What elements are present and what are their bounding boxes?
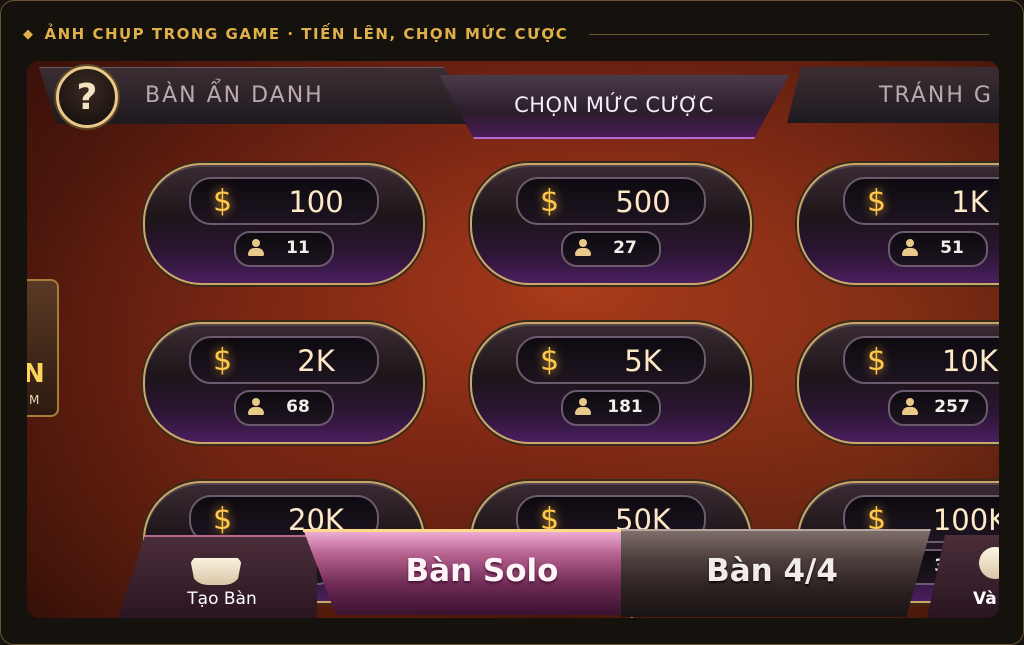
tab-anonymous-table-label: BÀN ẨN DANH xyxy=(145,83,324,108)
dollar-icon: $ xyxy=(540,184,560,219)
game-screen: BÀN ẨN DANH CHỌN MỨC CƯỢC TRÁNH G ? N M … xyxy=(27,61,999,618)
top-tab-bar: BÀN ẨN DANH CHỌN MỨC CƯỢC TRÁNH G ? xyxy=(27,61,999,139)
tab-avoid-label: TRÁNH G xyxy=(879,83,993,108)
dollar-icon: $ xyxy=(867,343,887,378)
person-icon xyxy=(248,239,264,257)
player-count-pill: 181 xyxy=(561,390,661,426)
person-icon xyxy=(248,398,264,416)
diamond-icon: ◆ xyxy=(23,26,35,42)
player-count: 27 xyxy=(613,238,637,258)
bet-amount: 5K xyxy=(624,344,662,378)
player-count: 11 xyxy=(286,238,310,258)
side-promo-subtext: M xyxy=(29,393,40,407)
person-icon xyxy=(575,398,591,416)
bet-card[interactable]: $1K 51 xyxy=(797,163,999,285)
player-count-pill: 257 xyxy=(888,390,988,426)
caption-divider xyxy=(589,34,989,35)
bet-card[interactable]: $500 27 xyxy=(470,163,752,285)
caption-text: ẢNH CHỤP TRONG GAME · TIẾN LÊN, CHỌN MỨC… xyxy=(44,25,569,43)
bet-amount-pill: $2K xyxy=(189,336,379,384)
dollar-icon: $ xyxy=(213,184,233,219)
bet-amount: 1K xyxy=(951,185,989,219)
join-table-label: Và xyxy=(973,589,997,609)
player-count: 68 xyxy=(286,397,310,417)
player-count: 51 xyxy=(940,238,964,258)
four-player-table-label: Bàn 4/4 xyxy=(706,553,838,589)
caption: ◆ ẢNH CHỤP TRONG GAME · TIẾN LÊN, CHỌN M… xyxy=(23,23,568,45)
dollar-icon: $ xyxy=(213,343,233,378)
bet-amount-pill: $100 xyxy=(189,177,379,225)
bet-amount-pill: $10K xyxy=(843,336,999,384)
bet-card[interactable]: $100 11 xyxy=(143,163,425,285)
bet-amount-pill: $5K xyxy=(516,336,706,384)
person-icon xyxy=(902,398,918,416)
bottom-bar: Tạo Bàn Bàn Solo Bàn 4/4 Và xyxy=(27,525,999,618)
bet-card[interactable]: $5K 181 xyxy=(470,322,752,444)
player-count-pill: 27 xyxy=(561,231,661,267)
player-count-pill: 11 xyxy=(234,231,334,267)
create-table-label: Tạo Bàn xyxy=(187,589,257,609)
player-count: 181 xyxy=(607,397,643,417)
person-icon xyxy=(575,239,591,257)
side-promo-card[interactable]: N M xyxy=(27,279,59,417)
question-mark-icon: ? xyxy=(76,76,98,118)
tab-choose-bet-label: CHỌN MỨC CƯỢC xyxy=(514,93,714,117)
player-count: 257 xyxy=(934,397,970,417)
player-count-pill: 68 xyxy=(234,390,334,426)
side-promo-letter: N xyxy=(27,359,45,389)
bet-amount-pill: $1K xyxy=(843,177,999,225)
solo-table-label: Bàn Solo xyxy=(405,553,559,589)
bet-amount: 100 xyxy=(288,185,344,219)
bet-card[interactable]: $10K 257 xyxy=(797,322,999,444)
table-icon xyxy=(190,558,242,585)
bet-amount-pill: $500 xyxy=(516,177,706,225)
bet-card[interactable]: $2K 68 xyxy=(143,322,425,444)
help-button[interactable]: ? xyxy=(56,66,118,128)
bet-amount: 10K xyxy=(942,344,998,378)
screenshot-frame: ◆ ẢNH CHỤP TRONG GAME · TIẾN LÊN, CHỌN M… xyxy=(0,0,1024,645)
dollar-icon: $ xyxy=(867,184,887,219)
player-count-pill: 51 xyxy=(888,231,988,267)
dollar-icon: $ xyxy=(540,343,560,378)
person-icon xyxy=(902,239,918,257)
bet-amount: 2K xyxy=(297,344,335,378)
bet-amount: 500 xyxy=(615,185,671,219)
